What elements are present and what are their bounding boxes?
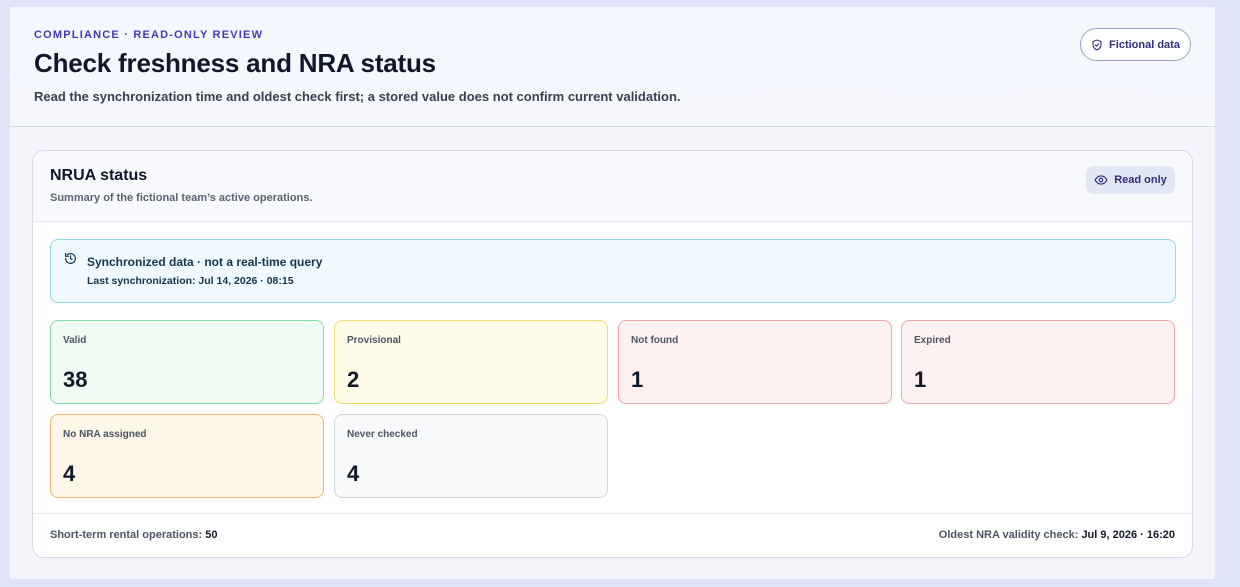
stat-card-provisional: Provisional 2 [334, 320, 608, 404]
stat-value: 2 [347, 367, 360, 392]
card-header: NRUA status Summary of the fictional tea… [33, 151, 1192, 222]
page-subtitle: Read the synchronization time and oldest… [34, 89, 681, 104]
stat-label: Expired [914, 335, 951, 346]
stat-value: 4 [347, 461, 360, 486]
card-footer: Short-term rental operations: 50 Oldest … [33, 513, 1192, 557]
history-icon [65, 253, 76, 264]
operations-value: 50 [205, 529, 218, 541]
page-eyebrow: COMPLIANCE · READ-ONLY REVIEW [34, 29, 264, 41]
page-header: COMPLIANCE · READ-ONLY REVIEW Check fres… [10, 7, 1215, 127]
eye-icon [1094, 175, 1108, 185]
stat-label: Valid [63, 335, 87, 346]
stat-label: Provisional [347, 335, 401, 346]
stat-label: Not found [631, 335, 679, 346]
fictional-data-label: Fictional data [1109, 38, 1180, 51]
sync-title: Synchronized data · not a real-time quer… [87, 255, 323, 269]
stat-card-expired: Expired 1 [901, 320, 1175, 404]
page-title: Check freshness and NRA status [34, 48, 436, 78]
sync-notice: Synchronized data · not a real-time quer… [50, 239, 1176, 303]
card-title: NRUA status [50, 167, 148, 184]
read-only-badge: Read only [1086, 166, 1175, 194]
operations-label: Short-term rental operations: [50, 529, 203, 541]
stat-card-no-nra-assigned: No NRA assigned 4 [50, 414, 324, 498]
stat-card-valid: Valid 38 [50, 320, 324, 404]
app-frame: COMPLIANCE · READ-ONLY REVIEW Check fres… [10, 7, 1215, 579]
oldest-check: Oldest NRA validity check: Jul 9, 2026 ·… [939, 529, 1175, 541]
shield-check-icon [1092, 38, 1102, 51]
stat-label: No NRA assigned [63, 429, 147, 440]
stat-value: 1 [631, 367, 644, 392]
fictional-data-badge: Fictional data [1080, 28, 1191, 61]
card-subtitle: Summary of the fictional team’s active o… [50, 192, 313, 204]
stat-label: Never checked [347, 429, 418, 440]
oldest-check-label: Oldest NRA validity check: [938, 529, 1079, 541]
stat-value: 38 [63, 367, 88, 392]
nrua-status-card: NRUA status Summary of the fictional tea… [32, 150, 1193, 558]
stat-card-never-checked: Never checked 4 [334, 414, 608, 498]
operations-count: Short-term rental operations: 50 [50, 529, 218, 541]
stat-card-not-found: Not found 1 [618, 320, 892, 404]
stat-value: 1 [914, 367, 927, 392]
last-sync-time: Last synchronization: Jul 14, 2026 · 08:… [87, 275, 294, 287]
read-only-label: Read only [1114, 174, 1167, 186]
oldest-check-value: Jul 9, 2026 · 16:20 [1081, 529, 1175, 541]
stat-value: 4 [63, 461, 76, 486]
